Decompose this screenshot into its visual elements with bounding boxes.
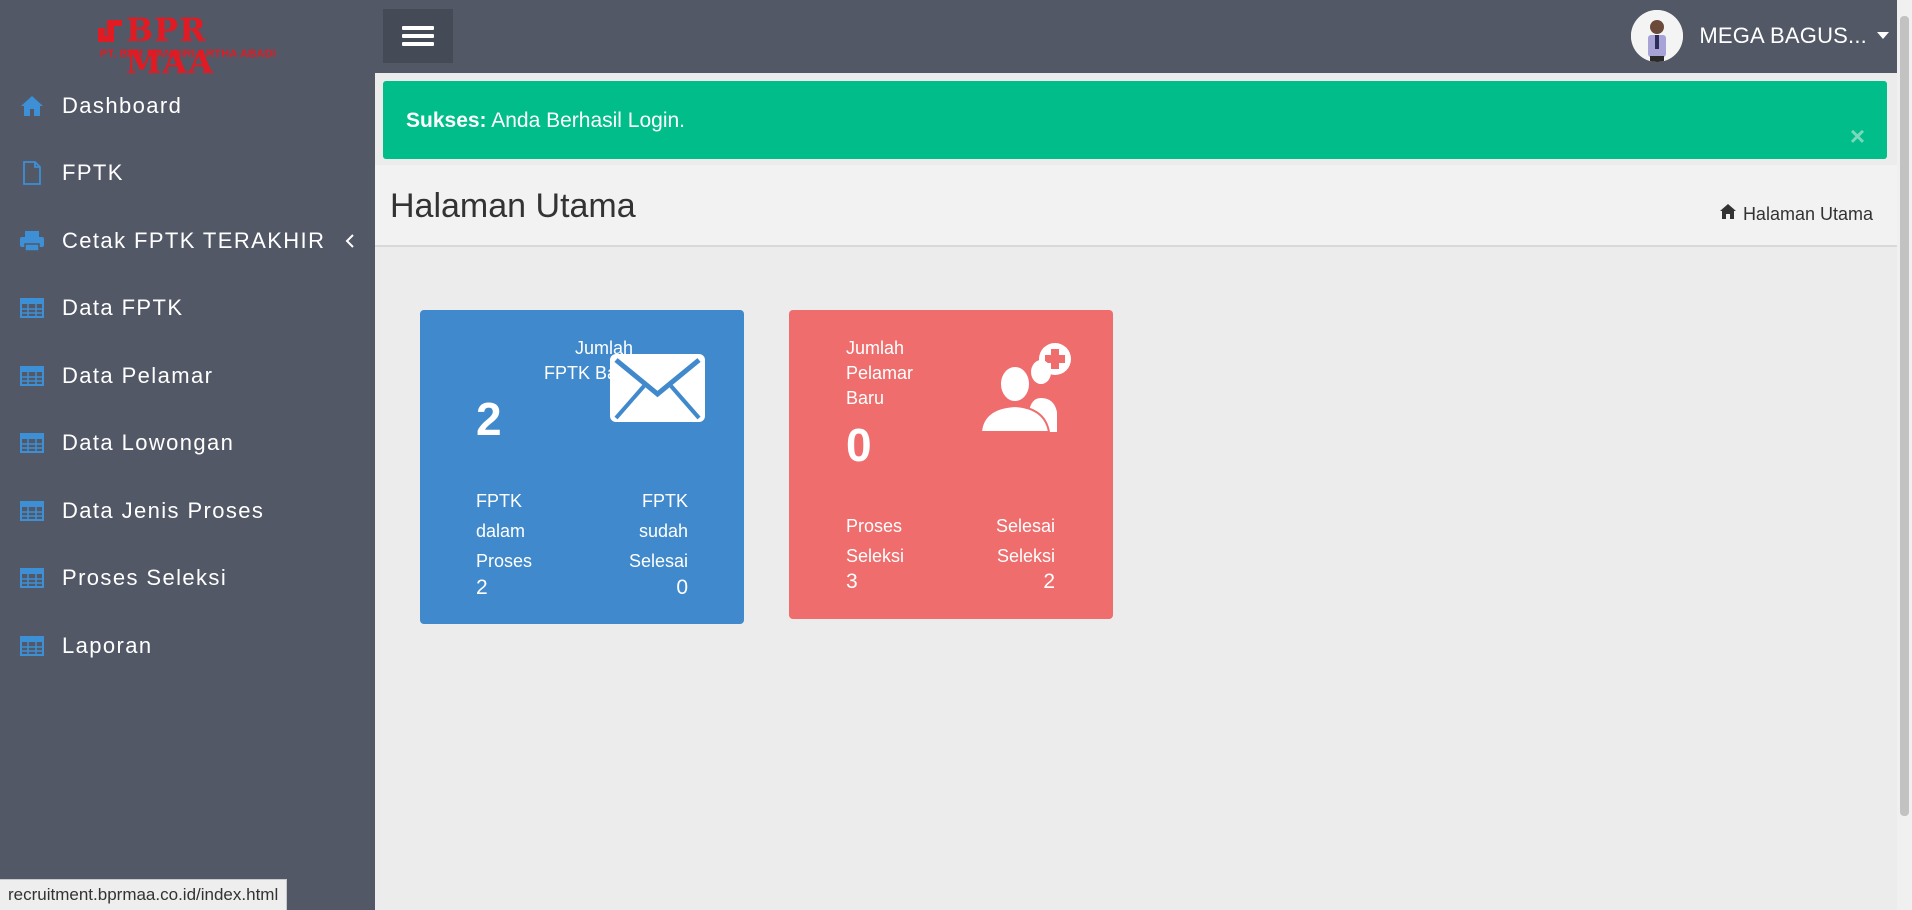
pelamar-baru-card[interactable]: Jumlah Pelamar Baru 0 Proses Seleksi 3 S…	[789, 310, 1113, 619]
user-menu[interactable]: MEGA BAGUS...	[1631, 9, 1897, 63]
home-icon	[0, 95, 62, 117]
breadcrumb[interactable]: Halaman Utama	[1719, 203, 1873, 225]
table-icon	[0, 365, 62, 386]
proses-seleksi-value: 3	[846, 570, 858, 593]
sidebar-item-label: Data Jenis Proses	[62, 497, 265, 523]
sidebar-nav: Dashboard FPTK Cetak FPTK TERAKHIR Data …	[0, 72, 375, 680]
sidebar-item-label: Laporan	[62, 632, 153, 658]
sidebar-item-label: Data Pelamar	[62, 362, 214, 388]
table-icon	[0, 635, 62, 656]
file-icon	[0, 161, 62, 186]
logo-mark-icon	[98, 20, 122, 42]
table-icon	[0, 298, 62, 319]
page-title: Halaman Utama	[390, 187, 636, 225]
chevron-left-icon[interactable]	[345, 229, 355, 255]
label-line: Proses	[846, 516, 903, 536]
logo-title: BPR MAA	[126, 11, 215, 81]
alert-strong: Sukses:	[406, 109, 487, 132]
brand-logo[interactable]: BPR MAA PT. BPR MANDIRI ARTHA ABADI	[96, 12, 286, 78]
top-navbar: MEGA BAGUS...	[375, 0, 1897, 73]
card-title: Jumlah Pelamar Baru	[846, 336, 913, 411]
sidebar-item-data-pelamar[interactable]: Data Pelamar	[0, 342, 375, 410]
success-alert: Sukses: Anda Berhasil Login. ×	[383, 81, 1887, 159]
label-line: Selesai	[628, 551, 688, 571]
selesai-seleksi-value: 2	[1043, 570, 1055, 593]
sidebar-item-label: Dashboard	[62, 92, 183, 118]
sidebar-item-data-jenis-proses[interactable]: Data Jenis Proses	[0, 477, 375, 545]
sidebar: BPR MAA PT. BPR MANDIRI ARTHA ABADI Dash…	[0, 0, 375, 910]
sidebar-toggle-button[interactable]	[383, 9, 453, 63]
sidebar-item-label: Data Lowongan	[62, 430, 235, 456]
avatar	[1631, 10, 1684, 62]
hamburger-menu-icon	[402, 26, 434, 46]
label-line: dalam	[476, 521, 526, 541]
card-title-line: Pelamar	[846, 363, 914, 383]
sidebar-item-label: Data FPTK	[62, 295, 184, 321]
label-line: FPTK	[641, 491, 688, 511]
sidebar-item-dashboard[interactable]: Dashboard	[0, 72, 375, 140]
fptk-proses-label: FPTK dalam Proses	[476, 486, 532, 576]
label-line: Seleksi	[996, 546, 1055, 566]
fptk-proses-value: 2	[476, 576, 488, 599]
table-icon	[0, 568, 62, 589]
alert-message: Sukses: Anda Berhasil Login.	[406, 109, 685, 133]
sidebar-item-data-fptk[interactable]: Data FPTK	[0, 275, 375, 343]
label-line: Selesai	[995, 516, 1055, 536]
label-line: sudah	[638, 521, 688, 541]
label-line: FPTK	[476, 491, 523, 511]
proses-seleksi-label: Proses Seleksi	[846, 511, 904, 571]
card-count: 0	[846, 419, 872, 471]
selesai-seleksi-label: Selesai Seleksi	[996, 511, 1055, 571]
user-name: MEGA BAGUS...	[1699, 23, 1867, 48]
card-count: 2	[476, 393, 502, 445]
close-icon[interactable]: ×	[1850, 121, 1865, 152]
fptk-selesai-label: FPTK sudah Selesai	[629, 486, 688, 576]
breadcrumb-item: Halaman Utama	[1742, 203, 1873, 224]
sidebar-item-label: FPTK	[62, 160, 124, 186]
label-line: Proses	[476, 551, 533, 571]
scrollbar-thumb[interactable]	[1900, 16, 1909, 816]
sidebar-item-cetak-fptk-terakhir[interactable]: Cetak FPTK TERAKHIR	[0, 207, 375, 275]
table-icon	[0, 500, 62, 521]
caret-down-icon	[1877, 27, 1889, 45]
sidebar-item-data-lowongan[interactable]: Data Lowongan	[0, 410, 375, 478]
table-icon	[0, 433, 62, 454]
sidebar-item-proses-seleksi[interactable]: Proses Seleksi	[0, 545, 375, 613]
sidebar-item-fptk[interactable]: FPTK	[0, 140, 375, 208]
sidebar-item-laporan[interactable]: Laporan	[0, 612, 375, 680]
printer-icon	[0, 230, 62, 252]
content-header: Halaman Utama Halaman Utama	[375, 165, 1897, 247]
fptk-selesai-value: 0	[676, 576, 688, 599]
sidebar-item-label: Proses Seleksi	[62, 565, 228, 591]
alert-text: Anda Berhasil Login.	[486, 109, 686, 132]
home-icon	[1719, 203, 1737, 225]
sidebar-item-label: Cetak FPTK TERAKHIR	[62, 227, 326, 253]
vertical-scrollbar[interactable]	[1897, 0, 1912, 910]
label-line: Seleksi	[846, 546, 905, 566]
envelope-icon	[610, 354, 705, 422]
browser-status-bar: recruitment.bprmaa.co.id/index.html	[0, 879, 288, 910]
card-title-line: Jumlah	[846, 338, 905, 358]
logo-subtitle: PT. BPR MANDIRI ARTHA ABADI	[100, 48, 276, 60]
add-user-icon	[979, 343, 1071, 433]
fptk-baru-card[interactable]: Jumlah FPTK Baru 2 FPTK dalam Proses 2 F…	[420, 310, 744, 624]
card-title-line: Baru	[846, 388, 885, 408]
